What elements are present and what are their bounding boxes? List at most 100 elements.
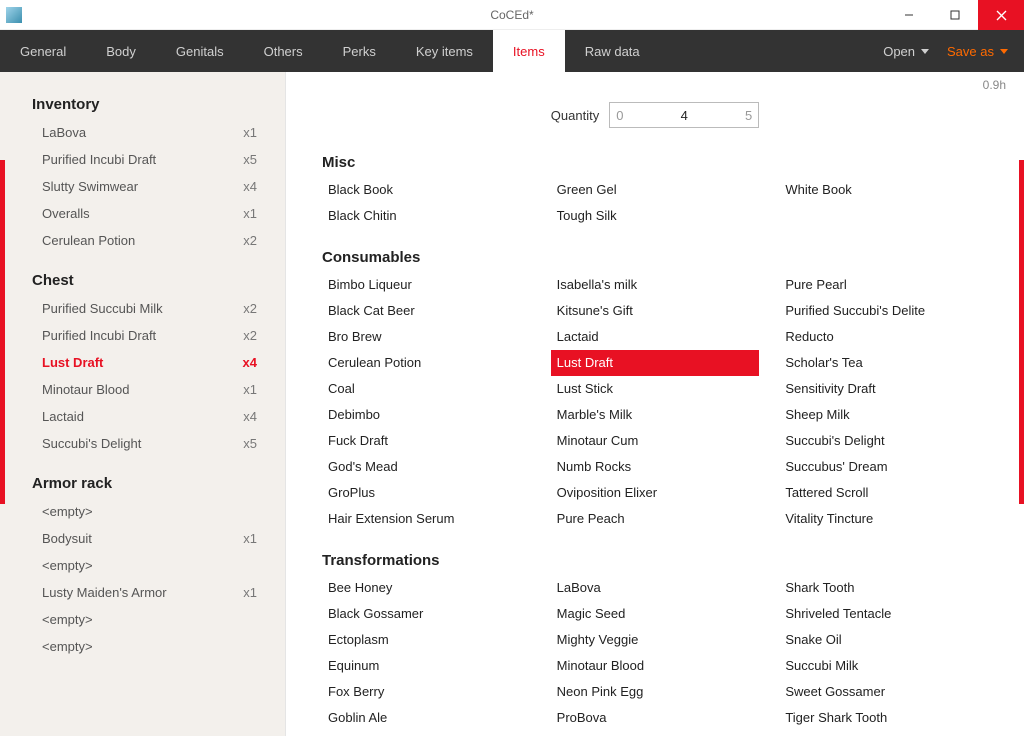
item-cell[interactable]: Kitsune's Gift	[551, 298, 760, 324]
sidebar[interactable]: InventoryLaBovax1Purified Incubi Draftx5…	[0, 72, 286, 736]
item-cell[interactable]: Trap Oil	[779, 731, 988, 736]
category-column: Black BookBlack Chitin	[322, 177, 531, 229]
tab-items[interactable]: Items	[493, 30, 565, 72]
item-cell[interactable]: Cerulean Potion	[322, 350, 531, 376]
item-cell[interactable]: White Book	[779, 177, 988, 203]
sidebar-item[interactable]: Purified Incubi Draftx2	[0, 322, 285, 349]
item-cell[interactable]: Fuck Draft	[322, 428, 531, 454]
sidebar-item[interactable]: Cerulean Potionx2	[0, 227, 285, 254]
item-cell[interactable]: Marble's Milk	[551, 402, 760, 428]
item-cell[interactable]: Debimbo	[322, 402, 531, 428]
sidebar-item[interactable]: Bodysuitx1	[0, 525, 285, 552]
item-cell[interactable]: Pure Peach	[551, 506, 760, 532]
tab-general[interactable]: General	[0, 30, 86, 72]
item-cell[interactable]: Coal	[322, 376, 531, 402]
item-cell[interactable]: Pure Pearl	[779, 272, 988, 298]
sidebar-item[interactable]: Minotaur Bloodx1	[0, 376, 285, 403]
item-cell[interactable]: Tiger Shark Tooth	[779, 705, 988, 731]
item-cell[interactable]: Bee Honey	[322, 575, 531, 601]
item-cell[interactable]: GroPlus	[322, 480, 531, 506]
item-cell[interactable]: Minotaur Cum	[551, 428, 760, 454]
sidebar-item-label: Cerulean Potion	[42, 233, 135, 248]
item-cell[interactable]: Black Gossamer	[322, 601, 531, 627]
item-cell[interactable]: Reducto	[779, 324, 988, 350]
item-cell[interactable]: Sensitivity Draft	[779, 376, 988, 402]
item-cell[interactable]: Succubus' Dream	[779, 454, 988, 480]
sidebar-item-label: Purified Incubi Draft	[42, 152, 156, 167]
item-cell[interactable]: Pure Honey	[551, 731, 760, 736]
item-cell[interactable]: Equinum	[322, 653, 531, 679]
item-cell[interactable]: LaBova	[551, 575, 760, 601]
sidebar-item[interactable]: Purified Incubi Draftx5	[0, 146, 285, 173]
tab-others[interactable]: Others	[244, 30, 323, 72]
maximize-button[interactable]	[932, 0, 978, 30]
save-as-label: Save as	[947, 44, 994, 59]
item-cell[interactable]: Tattered Scroll	[779, 480, 988, 506]
item-cell[interactable]: God's Mead	[322, 454, 531, 480]
item-cell[interactable]: Scholar's Tea	[779, 350, 988, 376]
minimize-button[interactable]	[886, 0, 932, 30]
tab-perks[interactable]: Perks	[323, 30, 396, 72]
item-cell[interactable]: Minotaur Blood	[551, 653, 760, 679]
item-cell[interactable]: Tough Silk	[551, 203, 760, 229]
item-cell[interactable]: Lust Draft	[551, 350, 760, 376]
sidebar-item[interactable]: Lusty Maiden's Armorx1	[0, 579, 285, 606]
version-label: 0.9h	[983, 78, 1006, 92]
sidebar-item[interactable]: Succubi's Delightx5	[0, 430, 285, 457]
item-cell[interactable]: Hair Extension Serum	[322, 506, 531, 532]
sidebar-section-chest: Chest	[0, 272, 285, 295]
sidebar-item[interactable]: <empty>	[0, 498, 285, 525]
sidebar-item[interactable]: Slutty Swimwearx4	[0, 173, 285, 200]
close-button[interactable]	[978, 0, 1024, 30]
main-panel[interactable]: 0.9h Quantity 0 4 5 MiscBlack BookBlack …	[286, 72, 1024, 736]
item-cell[interactable]: Bimbo Liqueur	[322, 272, 531, 298]
item-cell[interactable]: Snake Oil	[779, 627, 988, 653]
item-cell[interactable]: Goblin Ale	[322, 705, 531, 731]
chevron-down-icon	[1000, 49, 1008, 54]
item-cell[interactable]: Neon Pink Egg	[551, 679, 760, 705]
item-cell[interactable]: Lust Stick	[551, 376, 760, 402]
item-cell[interactable]: Black Cat Beer	[322, 298, 531, 324]
item-cell[interactable]: Golden Seed	[322, 731, 531, 736]
tab-key-items[interactable]: Key items	[396, 30, 493, 72]
item-cell[interactable]: Shark Tooth	[779, 575, 988, 601]
quantity-label: Quantity	[551, 108, 599, 123]
item-cell[interactable]: Isabella's milk	[551, 272, 760, 298]
sidebar-item[interactable]: <empty>	[0, 633, 285, 660]
item-cell[interactable]: Numb Rocks	[551, 454, 760, 480]
item-cell[interactable]: Shriveled Tentacle	[779, 601, 988, 627]
item-cell[interactable]: Vitality Tincture	[779, 506, 988, 532]
tab-genitals[interactable]: Genitals	[156, 30, 244, 72]
item-cell[interactable]: Green Gel	[551, 177, 760, 203]
sidebar-item[interactable]: Lactaidx4	[0, 403, 285, 430]
item-cell[interactable]: Bro Brew	[322, 324, 531, 350]
quantity-stepper[interactable]: 0 4 5	[609, 102, 759, 128]
item-cell[interactable]: Lactaid	[551, 324, 760, 350]
item-cell[interactable]: Succubi Milk	[779, 653, 988, 679]
item-cell[interactable]: ProBova	[551, 705, 760, 731]
item-cell[interactable]: Sheep Milk	[779, 402, 988, 428]
item-cell[interactable]: Black Chitin	[322, 203, 531, 229]
item-cell[interactable]: Sweet Gossamer	[779, 679, 988, 705]
category-column: Pure PearlPurified Succubi's DeliteReduc…	[779, 272, 988, 532]
item-cell[interactable]: Mighty Veggie	[551, 627, 760, 653]
item-cell[interactable]: Ectoplasm	[322, 627, 531, 653]
item-cell[interactable]: Magic Seed	[551, 601, 760, 627]
sidebar-item[interactable]: <empty>	[0, 552, 285, 579]
sidebar-item[interactable]: Purified Succubi Milkx2	[0, 295, 285, 322]
sidebar-item[interactable]: LaBovax1	[0, 119, 285, 146]
sidebar-item[interactable]: <empty>	[0, 606, 285, 633]
sidebar-section-inventory: Inventory	[0, 96, 285, 119]
sidebar-item[interactable]: Lust Draftx4	[0, 349, 285, 376]
item-cell[interactable]: Black Book	[322, 177, 531, 203]
item-cell[interactable]: Fox Berry	[322, 679, 531, 705]
save-as-menu[interactable]: Save as	[947, 44, 1008, 59]
item-cell[interactable]: Oviposition Elixer	[551, 480, 760, 506]
category-title: Consumables	[322, 249, 988, 266]
item-cell[interactable]: Succubi's Delight	[779, 428, 988, 454]
item-cell[interactable]: Purified Succubi's Delite	[779, 298, 988, 324]
open-menu[interactable]: Open	[883, 44, 929, 59]
tab-body[interactable]: Body	[86, 30, 156, 72]
tab-raw-data[interactable]: Raw data	[565, 30, 660, 72]
sidebar-item[interactable]: Overallsx1	[0, 200, 285, 227]
